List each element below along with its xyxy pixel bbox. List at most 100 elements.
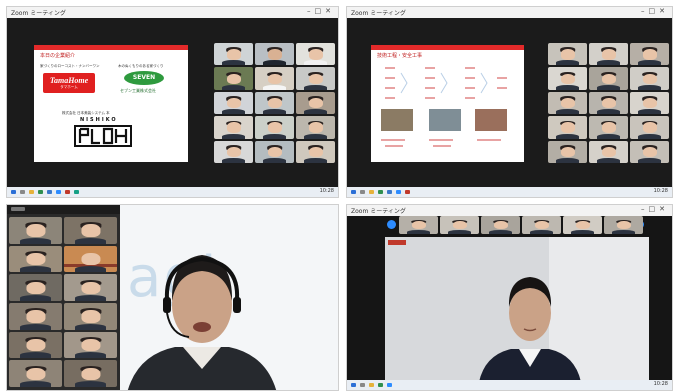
video-tile[interactable] [64, 360, 117, 387]
video-tile[interactable] [64, 331, 117, 359]
video-tile[interactable] [296, 116, 335, 139]
face [25, 339, 46, 352]
video-tile[interactable] [548, 116, 587, 139]
video-tile[interactable] [548, 67, 587, 90]
speaker-video[interactable] [117, 243, 287, 391]
window-controls[interactable]: –□✕ [307, 7, 335, 15]
folder-icon[interactable] [369, 190, 374, 194]
video-tile[interactable] [9, 274, 62, 301]
shoulders [447, 230, 472, 234]
video-tile[interactable] [481, 216, 520, 234]
search-icon[interactable] [20, 190, 25, 194]
face [560, 98, 575, 109]
video-tile[interactable] [630, 43, 669, 66]
face [452, 221, 467, 230]
video-tile[interactable] [255, 91, 294, 115]
face [642, 73, 657, 84]
window-controls[interactable]: –□✕ [641, 7, 669, 15]
video-tile[interactable] [296, 43, 335, 66]
mail-icon[interactable] [47, 190, 52, 194]
shoulders [406, 230, 431, 234]
video-tile[interactable] [255, 43, 294, 66]
video-tile[interactable] [214, 116, 253, 139]
shoulders [19, 295, 52, 301]
face [267, 122, 282, 133]
video-tile[interactable] [630, 91, 669, 115]
shoulders [303, 158, 328, 163]
video-tile[interactable] [296, 140, 335, 163]
panel-bottom-left: agi [6, 204, 339, 391]
browser-icon[interactable] [38, 190, 43, 194]
search-icon[interactable] [360, 383, 365, 387]
video-tile[interactable] [399, 216, 438, 234]
video-tile[interactable] [255, 67, 294, 90]
video-tile[interactable] [64, 274, 117, 301]
video-tile[interactable] [214, 67, 253, 90]
zoom-icon[interactable] [387, 383, 392, 387]
folder-icon[interactable] [29, 190, 34, 194]
app-icon[interactable] [65, 190, 70, 194]
video-tile[interactable] [548, 140, 587, 163]
shoulders [221, 60, 246, 66]
video-tile[interactable] [630, 67, 669, 90]
shoulders [74, 237, 107, 244]
video-tile[interactable] [589, 116, 628, 139]
video-tile[interactable] [630, 116, 669, 139]
face [642, 49, 657, 60]
video-tile[interactable] [9, 360, 62, 387]
video-tile[interactable] [9, 331, 62, 359]
video-tile[interactable] [589, 67, 628, 90]
face [601, 146, 616, 158]
zoom-icon[interactable] [396, 190, 401, 194]
face [560, 146, 575, 158]
video-tile[interactable] [9, 245, 62, 273]
video-tile[interactable] [440, 216, 479, 234]
video-tile[interactable] [589, 43, 628, 66]
video-tile[interactable] [296, 91, 335, 115]
sidebar-toolbar [7, 205, 120, 214]
video-tile[interactable] [589, 140, 628, 163]
window-controls[interactable]: –□✕ [641, 205, 669, 213]
browser-icon[interactable] [378, 383, 383, 387]
view-controls-icon[interactable] [11, 207, 25, 211]
video-tile[interactable] [589, 91, 628, 115]
folder-icon[interactable] [369, 383, 374, 387]
mail-icon[interactable] [387, 190, 392, 194]
site-photo [429, 109, 461, 131]
video-tile[interactable] [522, 216, 561, 234]
video-tile[interactable] [214, 43, 253, 66]
video-tile[interactable] [296, 67, 335, 90]
face [267, 49, 282, 60]
face [601, 98, 616, 109]
video-tile[interactable] [255, 116, 294, 139]
start-icon[interactable] [351, 383, 356, 387]
video-tile[interactable] [64, 245, 117, 273]
presenter [479, 277, 581, 382]
face [560, 73, 575, 84]
active-speaker-video[interactable] [385, 237, 649, 382]
app-icon[interactable] [74, 190, 79, 194]
start-icon[interactable] [351, 190, 356, 194]
video-tile[interactable] [604, 216, 643, 234]
video-tile[interactable] [548, 91, 587, 115]
face [25, 367, 46, 381]
zoom-icon[interactable] [56, 190, 61, 194]
video-tile[interactable] [214, 140, 253, 163]
video-tile[interactable] [64, 217, 117, 244]
face [642, 98, 657, 109]
video-tile[interactable] [255, 140, 294, 163]
video-tile[interactable] [548, 43, 587, 66]
shoulders [19, 237, 52, 244]
app-icon[interactable] [405, 190, 410, 194]
video-tile[interactable] [9, 302, 62, 330]
video-tile[interactable] [64, 302, 117, 330]
start-icon[interactable] [11, 190, 16, 194]
gallery-prev-icon[interactable] [387, 220, 396, 229]
video-tile[interactable] [214, 91, 253, 115]
video-tile[interactable] [9, 217, 62, 244]
browser-icon[interactable] [378, 190, 383, 194]
slide-heading: 本日の企業紹介 [40, 53, 76, 59]
video-tile[interactable] [630, 140, 669, 163]
search-icon[interactable] [360, 190, 365, 194]
video-tile[interactable] [563, 216, 602, 234]
